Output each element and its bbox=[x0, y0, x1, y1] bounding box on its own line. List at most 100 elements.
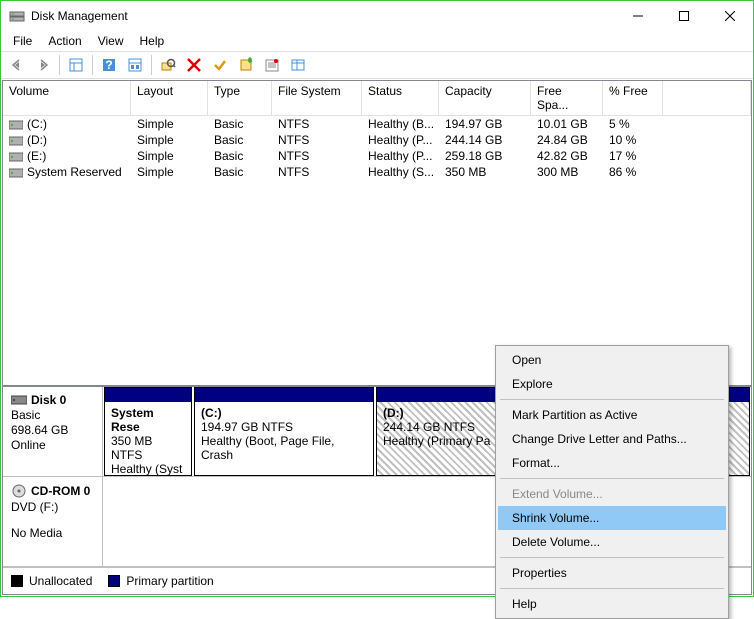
partition-system-reserved[interactable]: System Rese 350 MB NTFS Healthy (Syst bbox=[104, 387, 192, 476]
back-button[interactable] bbox=[5, 53, 29, 77]
list-button[interactable] bbox=[286, 53, 310, 77]
maximize-button[interactable] bbox=[661, 1, 707, 31]
menu-help[interactable]: Help bbox=[132, 32, 173, 50]
app-icon bbox=[9, 8, 25, 24]
disk0-label[interactable]: Disk 0 Basic 698.64 GB Online bbox=[3, 387, 103, 476]
volume-pct: 17 % bbox=[603, 148, 663, 164]
volume-type: Basic bbox=[208, 132, 272, 148]
volume-layout: Simple bbox=[131, 148, 208, 164]
partition-size: 194.97 GB NTFS bbox=[201, 420, 367, 434]
swatch-primary bbox=[108, 575, 120, 587]
menu-view[interactable]: View bbox=[90, 32, 132, 50]
properties-button[interactable] bbox=[260, 53, 284, 77]
volume-name: (E:) bbox=[27, 149, 46, 163]
volume-layout: Simple bbox=[131, 164, 208, 180]
col-layout[interactable]: Layout bbox=[131, 81, 208, 115]
context-menu-item[interactable]: Open bbox=[498, 348, 726, 372]
cdrom-label[interactable]: CD-ROM 0 DVD (F:) No Media bbox=[3, 477, 103, 566]
context-menu-item: Extend Volume... bbox=[498, 482, 726, 506]
context-menu-item[interactable]: Explore bbox=[498, 372, 726, 396]
context-menu-item[interactable]: Help bbox=[498, 592, 726, 616]
partition-status: Healthy (Boot, Page File, Crash bbox=[201, 434, 367, 462]
volume-capacity: 259.18 GB bbox=[439, 148, 531, 164]
context-menu-separator bbox=[500, 399, 724, 400]
menu-action[interactable]: Action bbox=[40, 32, 89, 50]
volume-pct: 5 % bbox=[603, 116, 663, 132]
legend-primary: Primary partition bbox=[108, 574, 213, 588]
volume-layout: Simple bbox=[131, 132, 208, 148]
menubar: File Action View Help bbox=[1, 31, 753, 51]
legend-unallocated: Unallocated bbox=[11, 574, 92, 588]
context-menu-item[interactable]: Mark Partition as Active bbox=[498, 403, 726, 427]
help-button[interactable]: ? bbox=[97, 53, 121, 77]
toolbar-separator bbox=[92, 55, 93, 75]
drive-icon bbox=[9, 120, 23, 130]
show-hide-button[interactable] bbox=[64, 53, 88, 77]
col-status[interactable]: Status bbox=[362, 81, 439, 115]
swatch-unallocated bbox=[11, 575, 23, 587]
partition-c[interactable]: (C:) 194.97 GB NTFS Healthy (Boot, Page … bbox=[194, 387, 374, 476]
explore-button[interactable] bbox=[156, 53, 180, 77]
volume-status: Healthy (P... bbox=[362, 132, 439, 148]
volume-table-body: (C:)SimpleBasicNTFSHealthy (B...194.97 G… bbox=[3, 116, 751, 251]
drive-icon bbox=[9, 168, 23, 178]
create-button[interactable] bbox=[234, 53, 258, 77]
context-menu-separator bbox=[500, 478, 724, 479]
context-menu-separator bbox=[500, 588, 724, 589]
context-menu-item[interactable]: Change Drive Letter and Paths... bbox=[498, 427, 726, 451]
volume-capacity: 244.14 GB bbox=[439, 132, 531, 148]
toolbar-separator bbox=[59, 55, 60, 75]
volume-free: 24.84 GB bbox=[531, 132, 603, 148]
volume-type: Basic bbox=[208, 164, 272, 180]
context-menu-item[interactable]: Properties bbox=[498, 561, 726, 585]
volume-status: Healthy (B... bbox=[362, 116, 439, 132]
volume-pct: 10 % bbox=[603, 132, 663, 148]
context-menu-item[interactable]: Format... bbox=[498, 451, 726, 475]
volume-fs: NTFS bbox=[272, 132, 362, 148]
partition-title: (C:) bbox=[201, 406, 367, 420]
cdrom-name: CD-ROM 0 bbox=[31, 484, 90, 498]
volume-row[interactable]: (D:)SimpleBasicNTFSHealthy (P...244.14 G… bbox=[3, 132, 751, 148]
volume-type: Basic bbox=[208, 116, 272, 132]
volume-row[interactable]: System ReservedSimpleBasicNTFSHealthy (S… bbox=[3, 164, 751, 180]
col-free-space[interactable]: Free Spa... bbox=[531, 81, 603, 115]
col-volume[interactable]: Volume bbox=[3, 81, 131, 115]
disk0-name: Disk 0 bbox=[31, 393, 66, 407]
volume-free: 300 MB bbox=[531, 164, 603, 180]
volume-row[interactable]: (E:)SimpleBasicNTFSHealthy (P...259.18 G… bbox=[3, 148, 751, 164]
cdrom-type: DVD (F:) bbox=[11, 500, 94, 514]
svg-text:?: ? bbox=[105, 58, 112, 72]
disk0-type: Basic bbox=[11, 408, 94, 422]
window-controls bbox=[615, 1, 753, 31]
col-type[interactable]: Type bbox=[208, 81, 272, 115]
col-filesystem[interactable]: File System bbox=[272, 81, 362, 115]
partition-strip bbox=[105, 388, 191, 402]
volume-table-header: Volume Layout Type File System Status Ca… bbox=[3, 81, 751, 116]
delete-button[interactable] bbox=[182, 53, 206, 77]
context-menu-item[interactable]: Shrink Volume... bbox=[498, 506, 726, 530]
volume-fs: NTFS bbox=[272, 148, 362, 164]
minimize-button[interactable] bbox=[615, 1, 661, 31]
disk0-size: 698.64 GB bbox=[11, 423, 94, 437]
toolbar: ? bbox=[1, 51, 753, 79]
menu-file[interactable]: File bbox=[5, 32, 40, 50]
volume-capacity: 194.97 GB bbox=[439, 116, 531, 132]
context-menu-separator bbox=[500, 557, 724, 558]
partition-strip bbox=[195, 388, 373, 402]
check-button[interactable] bbox=[208, 53, 232, 77]
col-pct-free[interactable]: % Free bbox=[603, 81, 663, 115]
col-capacity[interactable]: Capacity bbox=[439, 81, 531, 115]
disk0-status: Online bbox=[11, 438, 94, 452]
titlebar[interactable]: Disk Management bbox=[1, 1, 753, 31]
volume-fs: NTFS bbox=[272, 116, 362, 132]
cdrom-icon bbox=[11, 483, 27, 499]
forward-button[interactable] bbox=[31, 53, 55, 77]
cdrom-status: No Media bbox=[11, 526, 94, 540]
volume-name: System Reserved bbox=[27, 165, 122, 179]
volume-type: Basic bbox=[208, 148, 272, 164]
close-button[interactable] bbox=[707, 1, 753, 31]
settings-button[interactable] bbox=[123, 53, 147, 77]
context-menu-item[interactable]: Delete Volume... bbox=[498, 530, 726, 554]
volume-row[interactable]: (C:)SimpleBasicNTFSHealthy (B...194.97 G… bbox=[3, 116, 751, 132]
col-extra[interactable] bbox=[663, 81, 751, 115]
